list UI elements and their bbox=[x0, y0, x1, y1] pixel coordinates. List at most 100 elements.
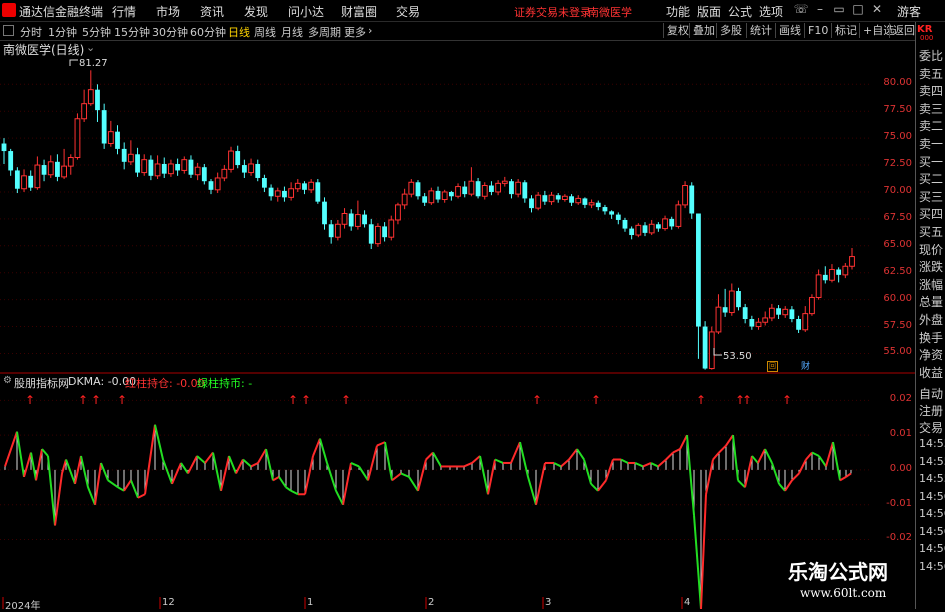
buy-arrow-icon: ↑ bbox=[25, 393, 35, 407]
candle-up bbox=[21, 175, 27, 190]
indicator-segment bbox=[672, 448, 681, 454]
quote-label[interactable]: 交易 bbox=[919, 419, 943, 436]
candle-down bbox=[595, 202, 601, 208]
indicator-segment bbox=[527, 476, 537, 505]
quote-label: 委比 bbox=[919, 49, 944, 63]
tool-back[interactable]: 返回 bbox=[889, 23, 918, 38]
tool-overlay[interactable]: 叠加 bbox=[689, 23, 718, 38]
indicator-segment bbox=[35, 448, 43, 481]
indicator-segment bbox=[560, 458, 570, 468]
candle-down bbox=[121, 148, 127, 162]
candle-down bbox=[542, 195, 548, 202]
period-daily[interactable]: 日线 bbox=[228, 24, 250, 40]
indicator-segment bbox=[771, 462, 780, 485]
high-price-label: 81.27 bbox=[79, 58, 108, 69]
date-axis-label: 4 bbox=[684, 597, 691, 608]
candle-down bbox=[382, 226, 388, 238]
finance-marker[interactable]: 财 bbox=[801, 359, 810, 372]
indicator-segment bbox=[212, 452, 222, 491]
replay-marker[interactable]: 回 bbox=[767, 361, 778, 372]
menu-formula[interactable]: 公式 bbox=[728, 3, 752, 20]
candle-down bbox=[268, 187, 274, 197]
candle-up bbox=[815, 274, 822, 298]
indicator-red-value: 红柱持仓: -0.00 bbox=[125, 377, 205, 390]
indicator-segment bbox=[665, 451, 674, 461]
period-60min[interactable]: 60分钟 bbox=[190, 24, 226, 40]
tool-draw[interactable]: 画线 bbox=[775, 23, 804, 38]
candle-up bbox=[842, 265, 849, 276]
indicator-settings-icon[interactable]: ⚙ bbox=[3, 375, 12, 386]
candle-down bbox=[462, 186, 468, 195]
period-30min[interactable]: 30分钟 bbox=[152, 24, 188, 40]
candle-up bbox=[809, 296, 815, 315]
menu-wealth-circle[interactable]: 财富圈 bbox=[341, 3, 377, 20]
period-intraday[interactable]: 分时 bbox=[20, 24, 42, 40]
tool-multi-stock[interactable]: 多股 bbox=[716, 23, 745, 38]
tool-adjust[interactable]: 复权 bbox=[663, 23, 692, 38]
tick-time: 14:56 bbox=[919, 507, 945, 520]
date-axis-label: 2024年 bbox=[5, 601, 41, 612]
date-axis-label: 1 bbox=[307, 597, 314, 608]
period-1min[interactable]: 1分钟 bbox=[48, 24, 77, 40]
indicator-segment bbox=[845, 472, 852, 478]
tick-time: 14:56 bbox=[919, 524, 945, 538]
candle-down bbox=[255, 163, 261, 178]
indicator-name[interactable]: 股朋指标网 bbox=[14, 375, 69, 391]
indicator-segment bbox=[312, 438, 321, 457]
indicator-segment bbox=[4, 431, 18, 467]
indicator-segment bbox=[425, 451, 434, 461]
quote-label: 外盘 bbox=[919, 313, 944, 327]
candle-down bbox=[115, 131, 120, 149]
indicator-segment bbox=[679, 434, 688, 450]
price-tick-label: 77.50 bbox=[883, 104, 912, 116]
period-multi[interactable]: 多周期 bbox=[308, 24, 341, 40]
indicator-segment bbox=[54, 473, 63, 526]
headset-icon[interactable]: ☏ bbox=[793, 2, 809, 16]
candle-up bbox=[375, 225, 381, 245]
menu-ask[interactable]: 问小达 bbox=[288, 3, 324, 20]
quote-label[interactable]: 注册 bbox=[919, 402, 943, 419]
quote-label: 收益 bbox=[919, 365, 944, 380]
candle-down bbox=[582, 198, 588, 205]
indicator-tick-label: 0.00 bbox=[889, 462, 912, 474]
period-monthly[interactable]: 月线 bbox=[281, 24, 303, 40]
period-weekly[interactable]: 周线 bbox=[254, 24, 276, 40]
indicator-segment bbox=[220, 455, 230, 492]
chevron-right-icon[interactable]: › bbox=[368, 24, 372, 37]
tool-statistics[interactable]: 统计 bbox=[746, 23, 775, 38]
indicator-segment bbox=[463, 462, 473, 468]
menu-discover[interactable]: 发现 bbox=[244, 3, 268, 20]
menu-quotes[interactable]: 行情 bbox=[112, 3, 136, 20]
candle-up bbox=[588, 202, 595, 206]
toggle-box-icon[interactable] bbox=[3, 25, 14, 36]
indicator-segment bbox=[494, 458, 504, 464]
quote-label: 买二 bbox=[919, 172, 944, 187]
candle-down bbox=[262, 177, 267, 188]
period-more[interactable]: 更多 bbox=[344, 24, 366, 40]
menu-trade[interactable]: 交易 bbox=[396, 3, 420, 20]
tool-f10[interactable]: F10 bbox=[804, 23, 831, 38]
guest-login[interactable]: 游客 bbox=[897, 3, 921, 20]
candle-down bbox=[522, 182, 528, 199]
minimize-icon[interactable]: – bbox=[812, 2, 828, 16]
menu-layout[interactable]: 版面 bbox=[697, 3, 721, 20]
indicator-segment bbox=[285, 486, 292, 492]
close-icon[interactable]: ✕ bbox=[869, 2, 885, 16]
period-15min[interactable]: 15分钟 bbox=[114, 24, 150, 40]
tool-mark[interactable]: 标记 bbox=[831, 23, 860, 38]
quote-label[interactable]: 自动 bbox=[919, 385, 943, 402]
price-chart[interactable]: ↑ ↑ ↑ ↑ ↑ ↑ ↑ ↑ ↑ ↑ ↑↑ ↑ bbox=[0, 40, 915, 609]
restore-icon[interactable]: ▭ bbox=[831, 2, 847, 16]
maximize-icon[interactable]: □ bbox=[850, 2, 866, 16]
menu-news[interactable]: 资讯 bbox=[200, 3, 224, 20]
indicator-tick-label: 0.02 bbox=[889, 393, 912, 405]
candle-down bbox=[615, 214, 621, 220]
stock-name-title: 南微医学 bbox=[588, 6, 632, 19]
period-5min[interactable]: 5分钟 bbox=[82, 24, 111, 40]
indicator-segment bbox=[519, 441, 529, 478]
price-tick-label: 57.50 bbox=[883, 319, 912, 331]
menu-market[interactable]: 市场 bbox=[156, 3, 180, 20]
menu-options[interactable]: 选项 bbox=[759, 3, 783, 20]
menu-function[interactable]: 功能 bbox=[666, 3, 690, 20]
login-notice[interactable]: 证券交易未登录 bbox=[514, 4, 591, 20]
